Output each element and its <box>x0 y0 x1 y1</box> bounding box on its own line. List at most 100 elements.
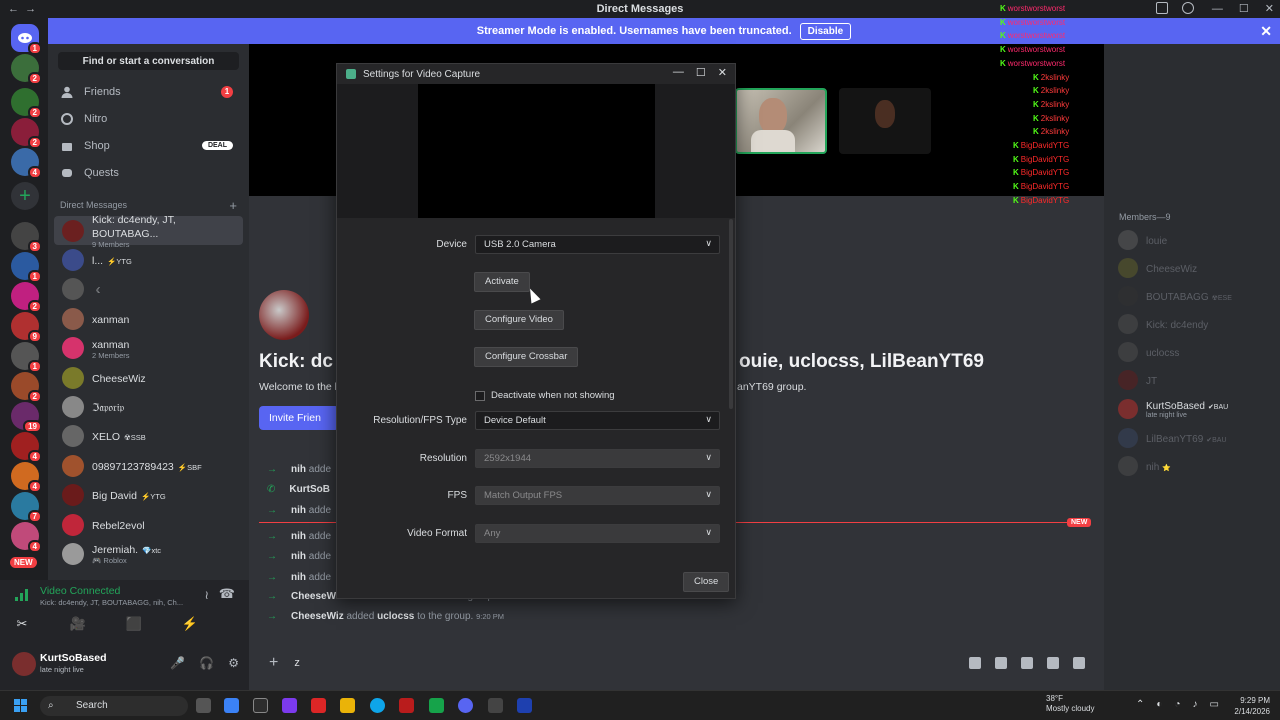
wifi-icon[interactable]: ◔ <box>1174 699 1180 710</box>
device-select[interactable]: USB 2.0 Camera ∨ <box>475 235 720 254</box>
chevron-up-icon[interactable]: ⌃ <box>1136 699 1144 710</box>
server-icon[interactable]: 19 <box>11 402 42 433</box>
video-tile[interactable] <box>839 88 931 154</box>
server-icon[interactable]: 1 <box>11 252 42 283</box>
server-icon[interactable]: 1 <box>11 342 42 373</box>
screen-share-icon[interactable]: 🎥 <box>68 616 88 634</box>
maximize-button[interactable]: ☐ <box>1239 0 1249 18</box>
dm-item[interactable]: ☾ <box>54 275 243 304</box>
server-icon[interactable]: 2 <box>11 118 42 149</box>
server-icon[interactable]: 2 <box>11 88 42 119</box>
message-user[interactable]: CheeseWiz <box>291 611 344 622</box>
member-item[interactable]: uclocss <box>1118 342 1179 362</box>
volume-icon[interactable]: ♪ <box>1192 699 1197 710</box>
video-off-icon[interactable]: ✂ <box>12 616 32 634</box>
start-button[interactable] <box>14 699 28 713</box>
nav-quests[interactable]: Quests <box>48 159 249 186</box>
edge-icon[interactable] <box>370 698 385 713</box>
message-user[interactable]: nih <box>291 551 306 562</box>
dm-item[interactable]: 09897123789423 ⚡SBF <box>54 451 243 480</box>
member-item[interactable]: LilBeanYT69 ✔BAU <box>1118 428 1227 448</box>
disable-streamer-mode-button[interactable]: Disable <box>799 22 852 40</box>
dm-item[interactable]: XELO ☢SSB <box>54 422 243 451</box>
message-user[interactable]: KurtSoB <box>289 484 330 495</box>
server-icon[interactable]: 2 <box>11 372 42 403</box>
deactivate-checkbox[interactable] <box>475 390 485 401</box>
member-item[interactable]: JT <box>1118 370 1157 390</box>
dm-item[interactable]: Kick: dc4endy, JT, BOUTABAG... 9 Members <box>54 215 243 249</box>
res-fps-select[interactable]: Device Default ∨ <box>475 411 720 430</box>
activities-icon[interactable]: ⬛ <box>124 616 144 634</box>
dm-item[interactable]: xanman 2 Members <box>54 334 243 363</box>
server-icon[interactable]: 7 <box>11 492 42 523</box>
dialog-maximize-button[interactable]: ☐ <box>696 66 706 79</box>
server-icon[interactable]: 4 <box>11 522 42 553</box>
server-icon[interactable]: 9 <box>11 312 42 343</box>
attach-plus-icon[interactable]: + <box>269 654 278 672</box>
member-item[interactable]: nih ⭐ <box>1118 456 1171 476</box>
minimize-button[interactable]: — <box>1212 0 1223 18</box>
gift-icon[interactable] <box>969 657 981 669</box>
member-item[interactable]: BOUTABAGG ☢ESE <box>1118 286 1232 306</box>
server-icon[interactable]: 4 <box>11 432 42 463</box>
create-dm-icon[interactable]: + <box>229 198 237 213</box>
member-item[interactable]: louie <box>1118 230 1167 250</box>
message-user[interactable]: nih <box>291 572 306 583</box>
voice-channel[interactable]: Kick: dc4endy, JT, BOUTABAGG, nih, Ch... <box>40 598 190 607</box>
microphone-icon[interactable]: 🎤 <box>170 656 185 670</box>
app-icon[interactable] <box>429 698 444 713</box>
nav-shop[interactable]: Shop DEAL <box>48 132 249 159</box>
dialog-minimize-button[interactable]: — <box>673 66 684 79</box>
server-icon[interactable]: 3 <box>11 222 42 253</box>
server-icon[interactable]: 4 <box>11 148 42 179</box>
message-target-user[interactable]: uclocss <box>377 611 414 622</box>
dm-item[interactable]: Big David ⚡YTG <box>54 481 243 510</box>
discord-taskbar-icon[interactable] <box>458 698 473 713</box>
server-icon[interactable]: 2 <box>11 282 42 313</box>
message-composer[interactable]: + z <box>259 648 1099 678</box>
gif-icon[interactable] <box>995 657 1007 669</box>
copilot-icon[interactable] <box>224 698 239 713</box>
avatar[interactable] <box>12 652 36 676</box>
noise-suppression-icon[interactable]: ≀ <box>205 588 210 602</box>
server-icon[interactable]: 4 <box>11 462 42 493</box>
battery-icon[interactable]: ▭ <box>1209 699 1218 710</box>
soundboard-icon[interactable]: ⚡ <box>180 616 200 634</box>
dm-item[interactable]: xanman <box>54 304 243 333</box>
network-icon[interactable]: ◐ <box>1156 699 1162 710</box>
emoji-icon[interactable] <box>1047 657 1059 669</box>
dm-item[interactable]: Rebel2evol <box>54 510 243 539</box>
configure-crossbar-button[interactable]: Configure Crossbar <box>474 347 579 367</box>
activate-button[interactable]: Activate <box>474 272 530 292</box>
inbox-icon[interactable] <box>1156 2 1168 14</box>
app-icon[interactable] <box>311 698 326 713</box>
nav-friends[interactable]: Friends 1 <box>48 78 249 105</box>
member-item[interactable]: CheeseWiz <box>1118 258 1197 278</box>
weather-widget[interactable]: 38°F Mostly cloudy <box>1046 694 1094 714</box>
clock[interactable]: 9:29 PM 2/14/2026 <box>1234 695 1270 717</box>
home-button[interactable]: 1 <box>11 24 42 55</box>
dm-item[interactable]: ℑ𝔞𝔭𝔬𝔯𝔦𝔭 <box>54 392 243 421</box>
epic-icon[interactable] <box>488 698 503 713</box>
add-server-icon[interactable]: + <box>11 182 39 210</box>
taskbar-search[interactable]: ⌕ Search <box>40 696 188 716</box>
message-user[interactable]: nih <box>291 464 306 475</box>
nav-nitro[interactable]: Nitro <box>48 105 249 132</box>
close-window-button[interactable]: ✕ <box>1265 0 1274 18</box>
video-tile-active-speaker[interactable] <box>735 88 827 154</box>
adobe-icon[interactable] <box>399 698 414 713</box>
message-user[interactable]: nih <box>291 505 306 516</box>
steam-icon[interactable] <box>517 698 532 713</box>
headphones-icon[interactable]: 🎧 <box>199 656 214 670</box>
task-view-icon[interactable] <box>196 698 211 713</box>
help-icon[interactable] <box>1182 2 1194 14</box>
close-button[interactable]: Close <box>683 572 730 592</box>
server-icon[interactable]: 2 <box>11 54 42 85</box>
dm-item[interactable]: Jeremiah. 💎xtc 🎮 Roblox <box>54 539 243 568</box>
settings-gear-icon[interactable]: ⚙ <box>228 656 239 670</box>
find-conversation-button[interactable]: Find or start a conversation <box>58 52 239 70</box>
member-item[interactable]: Kick: dc4endy <box>1118 314 1208 334</box>
dialog-close-button[interactable]: ✕ <box>718 66 727 79</box>
dm-item[interactable]: l... ⚡YTG <box>54 245 243 274</box>
invite-friends-button[interactable]: Invite Frien <box>259 406 339 430</box>
